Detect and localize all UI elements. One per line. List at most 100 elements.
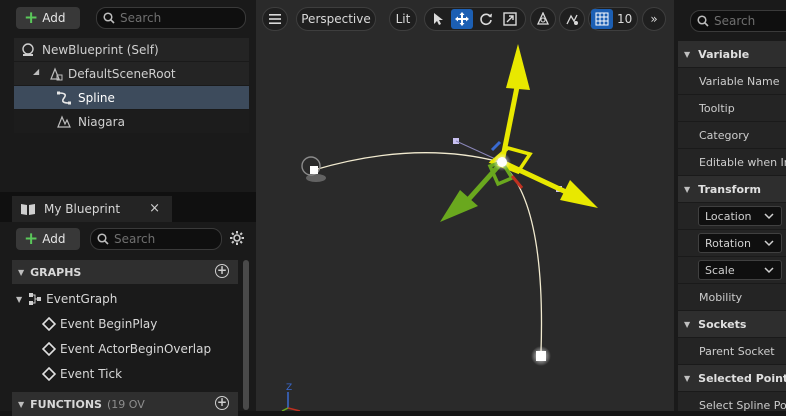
double-chevron-right-icon: » [650, 12, 658, 26]
gear-icon[interactable] [229, 230, 245, 246]
dropdown-label: Location [705, 209, 752, 223]
scene-root-icon [50, 67, 63, 81]
event-graph-icon [29, 293, 42, 305]
category-row: Category [678, 122, 786, 148]
collapse-arrow-icon: ▼ [18, 267, 25, 277]
components-search-placeholder: Search [120, 11, 162, 25]
scrollbar[interactable] [243, 260, 249, 410]
parent-socket-row: Parent Socket [678, 338, 786, 364]
add-function-button[interactable]: + [215, 396, 229, 410]
grid-snap-group: 10 [588, 7, 638, 31]
row-label: Editable when Inh [699, 155, 786, 169]
tree-item-spline[interactable]: Spline [14, 86, 249, 110]
viewport-menu-button[interactable] [262, 7, 288, 31]
svg-text:Z: Z [286, 383, 292, 393]
collapse-arrow-icon: ▼ [684, 319, 691, 329]
location-dropdown[interactable]: Location [698, 206, 782, 226]
add-component-button[interactable]: + Add [16, 7, 80, 29]
selected-points-section-header[interactable]: ▼ Selected Points [678, 365, 786, 391]
row-label: Mobility [699, 290, 743, 304]
scale-dropdown[interactable]: Scale [698, 260, 782, 280]
grid-snap-value[interactable]: 10 [617, 12, 632, 26]
tree-item-default-scene-root[interactable]: ◢ DefaultSceneRoot [14, 62, 249, 86]
functions-count: (19 OV [106, 397, 145, 411]
spline-icon [57, 91, 71, 105]
surface-snap-icon [566, 14, 578, 25]
chevron-down-icon [764, 240, 774, 247]
tree-item-label: Spline [78, 90, 115, 105]
my-blueprint-search-input[interactable]: Search [90, 228, 222, 250]
select-tool[interactable] [427, 9, 449, 29]
surface-snap-button[interactable] [559, 7, 585, 31]
more-tools-button[interactable]: » [642, 7, 666, 31]
tooltip-row: Tooltip [678, 95, 786, 121]
spline-curve [313, 152, 543, 353]
spline-end-point [531, 346, 551, 366]
tree-item-label: DefaultSceneRoot [68, 66, 176, 81]
scale-tool[interactable] [499, 9, 521, 29]
event-icon [42, 317, 56, 331]
event-item[interactable]: Event Tick [12, 362, 238, 386]
details-search-input[interactable]: Search [690, 10, 786, 32]
transform-section-header[interactable]: ▼ Transform [678, 176, 786, 202]
add-graph-button[interactable]: + [215, 264, 229, 278]
sockets-section-header[interactable]: ▼ Sockets [678, 311, 786, 337]
world-space-icon [536, 12, 550, 25]
event-graph-label: EventGraph [46, 292, 118, 306]
row-label: Select Spline Poi [699, 398, 786, 412]
components-search-input[interactable]: Search [96, 7, 246, 29]
rotation-dropdown[interactable]: Rotation [698, 233, 782, 253]
event-item[interactable]: Event ActorBeginOverlap [12, 337, 238, 361]
plus-icon: + [24, 228, 39, 249]
event-item[interactable]: Event BeginPlay [12, 312, 238, 336]
tree-item-self[interactable]: NewBlueprint (Self) [14, 38, 249, 62]
event-icon [42, 342, 56, 356]
event-label: Event BeginPlay [60, 317, 158, 331]
event-label: Event Tick [60, 367, 123, 381]
event-graph-item[interactable]: ▼ EventGraph [12, 287, 238, 311]
tree-item-label: NewBlueprint (Self) [42, 42, 159, 57]
section-label: Selected Points [698, 371, 786, 385]
components-toolbar: + Add Search [0, 0, 256, 36]
transform-gizmo [440, 44, 598, 222]
grid-snap-toggle[interactable] [591, 9, 613, 29]
mobility-row: Mobility [678, 284, 786, 310]
editable-row: Editable when Inh [678, 149, 786, 175]
variable-section-header[interactable]: ▼ Variable [678, 41, 786, 67]
rotate-icon [480, 13, 492, 26]
tree-item-niagara[interactable]: Niagara [14, 110, 249, 134]
perspective-button[interactable]: Perspective [296, 7, 376, 31]
tree-item-label: Niagara [78, 114, 125, 129]
viewport-scene: Z [281, 44, 598, 411]
hamburger-icon [269, 14, 281, 24]
viewport[interactable]: Z Perspective Lit 10 » [256, 0, 674, 411]
graphs-section-header[interactable]: ▼ GRAPHS + [12, 260, 238, 284]
details-panel: Search ▼ Variable Variable Name Tooltip … [674, 0, 786, 411]
lit-button[interactable]: Lit [389, 7, 417, 31]
coordinate-space-button[interactable] [530, 7, 556, 31]
add-member-button[interactable]: + Add [16, 228, 80, 250]
details-search-placeholder: Search [714, 14, 756, 28]
transform-tools [424, 7, 526, 31]
row-label: Variable Name [699, 74, 780, 88]
functions-header-label: FUNCTIONS [30, 397, 102, 411]
close-icon[interactable]: × [149, 201, 160, 216]
tab-label: My Blueprint [44, 202, 121, 216]
dropdown-label: Rotation [705, 236, 752, 250]
section-label: Sockets [698, 317, 747, 331]
functions-section-header[interactable]: ▼ FUNCTIONS (19 OV + [12, 392, 238, 416]
variable-name-row: Variable Name [678, 68, 786, 94]
section-label: Transform [698, 182, 761, 196]
expand-arrow-icon: ◢ [33, 67, 40, 76]
spline-start-point [301, 156, 326, 182]
axis-indicator: Z [281, 383, 301, 411]
search-icon [97, 233, 109, 245]
scale-icon [503, 12, 517, 26]
my-blueprint-search-placeholder: Search [114, 232, 156, 246]
dropdown-label: Scale [705, 263, 735, 277]
tab-my-blueprint[interactable]: My Blueprint × [12, 196, 172, 222]
graphs-header-label: GRAPHS [30, 265, 82, 279]
rotate-tool[interactable] [475, 9, 497, 29]
row-label: Tooltip [699, 101, 735, 115]
translate-tool[interactable] [451, 9, 473, 29]
